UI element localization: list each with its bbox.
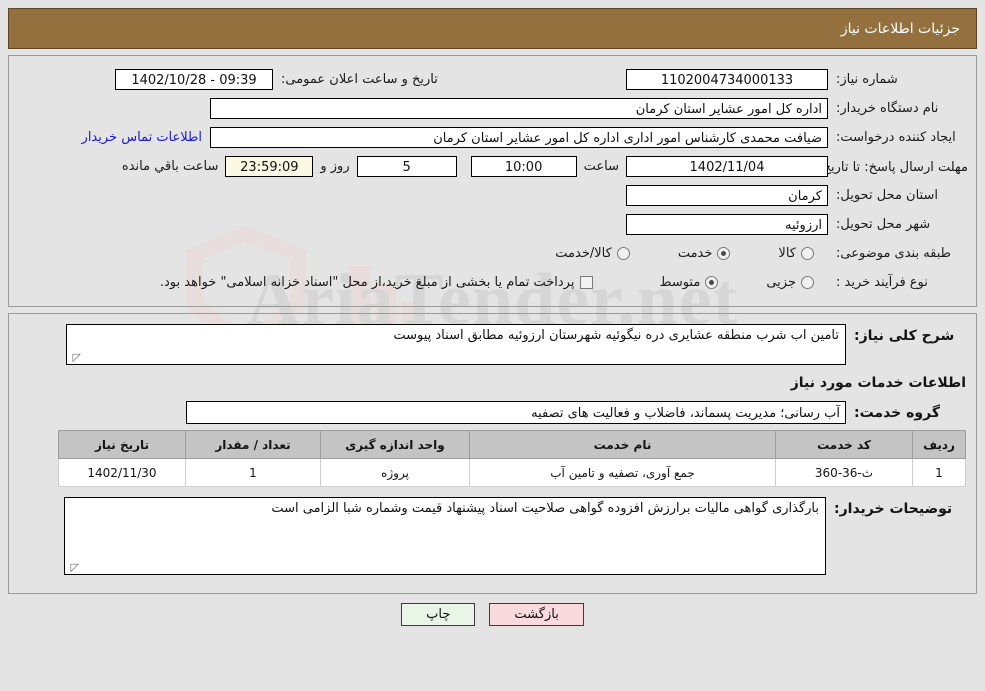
page-title: جزئیات اطلاعات نیاز [8, 8, 977, 49]
services-section-heading: اطلاعات خدمات مورد نیاز [790, 375, 966, 391]
category-option-label-0: کالا [778, 245, 796, 261]
general-description-value: تامین اب شرب منطقه عشایری دره نیگوئیه شه… [393, 328, 839, 343]
purchase-process-label: نوع فرآیند خرید : [836, 274, 928, 290]
footer-actions: بازگشت چاپ [0, 603, 985, 626]
process-option-jozei[interactable]: جزیی [766, 275, 828, 290]
deadline-date-field[interactable]: 1402/11/04 [626, 155, 828, 177]
need-number-label: شماره نیاز: [836, 71, 898, 87]
category-option-khedmat[interactable]: خدمت [678, 246, 745, 261]
deadline-countdown-field: 23:59:09 [225, 155, 314, 177]
back-button[interactable]: بازگشت [489, 603, 584, 626]
page-title-label: جزئیات اطلاعات نیاز [840, 20, 960, 37]
row-delivery-province: استان محل تحویل: کرمان [17, 182, 968, 208]
process-option-motavaset[interactable]: متوسط [659, 275, 732, 290]
general-description-label: شرح کلی نیاز: [854, 328, 955, 344]
deadline-countdown-label: ساعت باقي مانده [121, 158, 219, 174]
creator-field[interactable]: ضیافت محمدی کارشناس امور اداری اداره کل … [210, 126, 828, 148]
radio-icon-motavaset[interactable] [705, 275, 719, 289]
col-unit: واحد اندازه گیری [320, 430, 470, 459]
services-table: ردیف کد خدمت نام خدمت واحد اندازه گیری ت… [58, 430, 966, 487]
category-option-kala[interactable]: کالا [778, 246, 828, 261]
buyer-contact-link[interactable]: اطلاعات تماس خریدار [74, 130, 210, 145]
cell-code: ث-36-360 [775, 458, 913, 487]
category-option-kala-khedmat[interactable]: کالا/خدمت [555, 246, 644, 261]
category-option-label-2: کالا/خدمت [555, 245, 612, 261]
cell-name: جمع آوری، تصفیه و تامین آب [469, 458, 776, 487]
row-general-description: شرح کلی نیاز: تامین اب شرب منطقه عشایری … [19, 324, 966, 365]
category-label: طبقه بندی موضوعی: [836, 245, 952, 261]
deadline-days-label: روز و [320, 158, 350, 174]
service-details-panel: شرح کلی نیاز: تامین اب شرب منطقه عشایری … [8, 313, 977, 594]
col-radif: ردیف [912, 430, 966, 459]
services-table-header-row: ردیف کد خدمت نام خدمت واحد اندازه گیری ت… [58, 430, 966, 459]
col-quantity: تعداد / مقدار [185, 430, 321, 459]
row-buyer-org: نام دستگاه خریدار: اداره کل امور عشایر ا… [17, 95, 968, 121]
deadline-time-field[interactable]: 10:00 [470, 155, 577, 177]
delivery-province-label: استان محل تحویل: [836, 187, 938, 203]
treasury-note-checkbox[interactable] [580, 275, 594, 289]
row-need-number: شماره نیاز: 1102004734000133 تاریخ و ساع… [17, 66, 968, 92]
need-number-field[interactable]: 1102004734000133 [626, 68, 828, 90]
cell-unit: پروژه [320, 458, 470, 487]
table-row[interactable]: 1 ث-36-360 جمع آوری، تصفیه و تامین آب پر… [58, 458, 966, 487]
row-category: طبقه بندی موضوعی: کالا خدمت کالا/خدمت [17, 240, 968, 266]
deadline-days-field[interactable]: 5 [356, 155, 457, 177]
cell-need-date: 1402/11/30 [58, 458, 186, 487]
page-root: AriaTender.net جزئیات اطلاعات نیاز شماره… [0, 0, 985, 691]
radio-icon-kala-khedmat[interactable] [616, 246, 630, 260]
buyer-org-label: نام دستگاه خریدار: [836, 100, 939, 116]
service-group-field[interactable]: آب رسانی؛ مدیریت پسماند، فاضلاب و فعالیت… [186, 401, 846, 424]
creator-label: ایجاد کننده درخواست: [836, 129, 956, 145]
delivery-city-field[interactable]: ارزوئیه [626, 213, 828, 235]
treasury-note-text: پرداخت تمام یا بخشی از مبلغ خرید،از محل … [159, 274, 575, 290]
deadline-label: مهلت ارسال پاسخ: تا تاریخ: [818, 159, 968, 175]
radio-icon-khedmat[interactable] [717, 246, 731, 260]
col-code: کد خدمت [775, 430, 913, 459]
radio-icon-kala[interactable] [801, 246, 814, 260]
delivery-city-label: شهر محل تحویل: [836, 216, 931, 232]
col-need-date: تاریخ نیاز [58, 430, 186, 459]
process-option-label-1: متوسط [659, 274, 701, 290]
cell-quantity: 1 [185, 458, 321, 487]
service-group-label: گروه خدمت: [854, 404, 940, 421]
row-service-group: گروه خدمت: آب رسانی؛ مدیریت پسماند، فاضل… [19, 401, 966, 424]
category-radio-group: کالا خدمت کالا/خدمت [555, 246, 828, 261]
buyer-notes-label: توضیحات خریدار: [834, 501, 953, 517]
row-delivery-city: شهر محل تحویل: ارزوئیه [17, 211, 968, 237]
resize-grip-icon[interactable]: ◸ [70, 352, 81, 363]
delivery-province-field[interactable]: کرمان [626, 184, 828, 206]
resize-grip-icon-notes[interactable]: ◸ [68, 562, 79, 573]
row-deadline: مهلت ارسال پاسخ: تا تاریخ: 1402/11/04 سا… [17, 153, 968, 179]
need-summary-panel: شماره نیاز: 1102004734000133 تاریخ و ساع… [8, 55, 977, 307]
announce-datetime-label: تاریخ و ساعت اعلان عمومی: [281, 71, 438, 87]
print-button[interactable]: چاپ [401, 603, 476, 626]
row-buyer-notes: توضیحات خریدار: بارگذاری گواهی مالیات بر… [19, 497, 966, 575]
radio-icon-jozei[interactable] [801, 275, 814, 289]
buyer-notes-textarea[interactable]: بارگذاری گواهی مالیات برارزش افزوده گواه… [64, 497, 826, 575]
cell-radif: 1 [912, 458, 966, 487]
general-description-textarea[interactable]: تامین اب شرب منطقه عشایری دره نیگوئیه شه… [66, 324, 846, 365]
category-option-label-1: خدمت [677, 245, 713, 261]
purchase-process-radio-group: جزیی متوسط [659, 275, 828, 290]
buyer-notes-value: بارگذاری گواهی مالیات برارزش افزوده گواه… [271, 501, 819, 516]
row-purchase-process: نوع فرآیند خرید : جزیی متوسط پرداخت تمام… [17, 269, 968, 295]
buyer-org-field[interactable]: اداره کل امور عشایر استان کرمان [210, 97, 828, 119]
row-creator: ایجاد کننده درخواست: ضیافت محمدی کارشناس… [17, 124, 968, 150]
process-option-label-0: جزیی [766, 274, 796, 290]
col-name: نام خدمت [469, 430, 776, 459]
announce-datetime-field[interactable]: 09:39 - 1402/10/28 [115, 68, 273, 90]
deadline-time-label: ساعت [583, 158, 619, 174]
